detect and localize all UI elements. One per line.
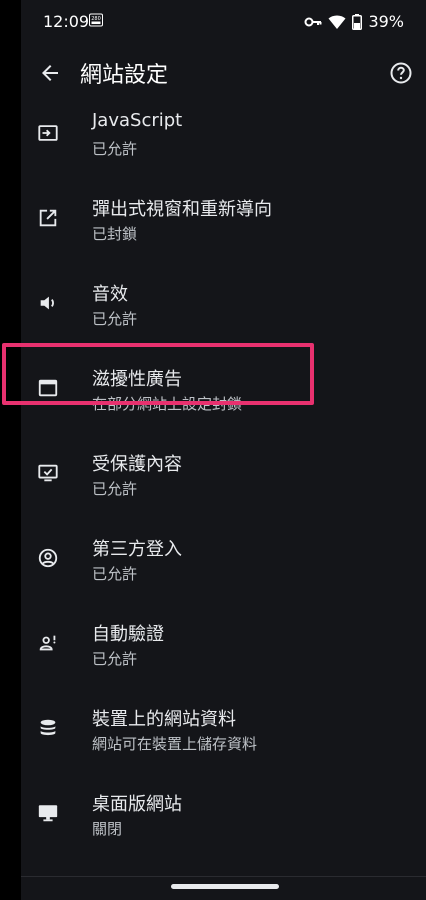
phone-screen: 12:09 280 39% 網站設定 JavaScript 已允許 彈出式視窗和… (21, 0, 426, 900)
javascript-icon (38, 125, 58, 141)
item-subtitle: 已允許 (92, 650, 138, 668)
item-title: JavaScript (92, 110, 183, 131)
item-subtitle: 已封鎖 (92, 225, 138, 243)
desktop-icon (38, 805, 58, 822)
setting-popups[interactable]: 彈出式視窗和重新導向 已封鎖 (21, 185, 426, 270)
item-title: 桌面版網站 (92, 794, 182, 815)
app-bar: 網站設定 (21, 50, 426, 96)
setting-site-data[interactable]: 裝置上的網站資料 網站可在裝置上儲存資料 (21, 695, 426, 780)
sound-icon (40, 296, 54, 310)
storage-icon (40, 719, 56, 736)
settings-list: JavaScript 已允許 彈出式視窗和重新導向 已封鎖 音效 已允許 滋擾性… (21, 100, 426, 865)
item-title: 彈出式視窗和重新導向 (92, 199, 272, 220)
protected-content-icon (38, 464, 58, 482)
gesture-nav-handle[interactable] (171, 884, 279, 889)
item-title: 裝置上的網站資料 (92, 709, 236, 730)
item-subtitle: 網站可在裝置上儲存資料 (92, 735, 258, 753)
nav-divider (21, 876, 426, 877)
setting-third-party-sign-in[interactable]: 第三方登入 已允許 (21, 525, 426, 610)
item-subtitle: 已允許 (92, 565, 138, 583)
battery-percent: 39% (368, 12, 404, 31)
popup-icon (39, 209, 57, 227)
battery-icon (352, 13, 363, 30)
page-title: 網站設定 (80, 63, 169, 88)
status-bar: 12:09 280 39% (21, 0, 426, 44)
setting-protected-content[interactable]: 受保護內容 已允許 (21, 440, 426, 525)
item-title: 音效 (92, 284, 128, 305)
item-subtitle: 關閉 (92, 820, 123, 838)
item-subtitle: 已允許 (92, 140, 138, 158)
item-subtitle: 已允許 (92, 480, 138, 498)
setting-javascript[interactable]: JavaScript 已允許 (21, 100, 426, 185)
help-icon[interactable] (389, 61, 413, 85)
highlight-box (2, 343, 314, 405)
status-time: 12:09 (43, 12, 90, 31)
vpn-key-icon (304, 17, 322, 26)
badge-text: 280 (91, 16, 101, 22)
setting-auto-verify[interactable]: 自動驗證 已允許 (21, 610, 426, 695)
notification-badge-icon: 280 (89, 13, 103, 27)
back-arrow-icon[interactable] (38, 61, 62, 85)
auto-verify-icon (39, 635, 56, 651)
item-title: 自動驗證 (92, 624, 164, 645)
item-title: 受保護內容 (92, 454, 182, 475)
setting-desktop-site[interactable]: 桌面版網站 關閉 (21, 780, 426, 865)
item-title: 第三方登入 (92, 539, 182, 560)
item-subtitle: 已允許 (92, 310, 138, 328)
wifi-icon (328, 15, 346, 29)
account-icon (38, 548, 58, 568)
